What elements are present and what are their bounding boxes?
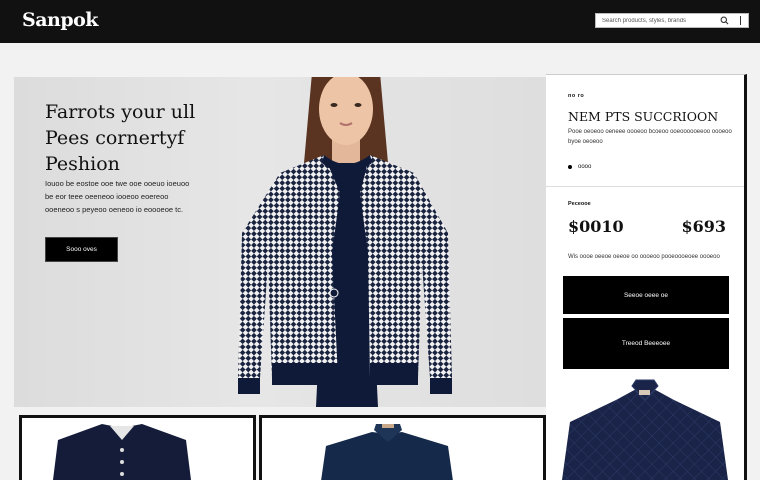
bullet-icon — [568, 165, 572, 169]
hero-title: Farrots your ull Pees cornertyf Peshion — [45, 101, 196, 175]
shipping-note: Wis oooe oeeoe oeeoe oo oooeoo pooeoooeo… — [568, 254, 720, 260]
feature-bullet-text: oooo — [578, 164, 592, 170]
shirt-image — [321, 424, 453, 480]
top-nav-bar: Sanpok Search products, styles, brands — [0, 0, 760, 43]
product-card[interactable] — [259, 415, 546, 480]
divider — [546, 186, 744, 187]
feature-bullet: oooo — [568, 164, 591, 170]
model-image — [238, 77, 452, 407]
collection-subtitle: Pooe oeoeoo oeneee oooeoo bcoeoo ooeoooo… — [568, 129, 732, 145]
price-label: Peceooe — [568, 201, 591, 207]
product-card[interactable] — [546, 372, 744, 480]
hero-banner: Farrots your ull Pees cornertyf Peshion … — [14, 77, 546, 407]
quilted-jacket-image — [562, 379, 728, 480]
site-logo[interactable]: Sanpok — [22, 9, 98, 31]
search-bar[interactable]: Search products, styles, brands — [595, 13, 749, 28]
secondary-action-button[interactable]: Treeod Beeeoee — [563, 318, 729, 369]
search-input[interactable]: Search products, styles, brands — [596, 18, 718, 24]
product-card[interactable] — [19, 415, 256, 480]
polo-shirt-image — [53, 424, 191, 480]
hero-description: Iouoo be eostoe ooe twe ooe ooeuo ioeuoo… — [45, 179, 190, 214]
search-icon[interactable] — [718, 15, 730, 27]
price-primary: $0010 — [568, 217, 624, 236]
hero-cta-button[interactable]: Sooo oves — [45, 237, 118, 262]
panel-eyebrow: no ro — [568, 93, 585, 99]
kebab-menu-icon[interactable] — [740, 16, 741, 25]
collection-title: NEM PTS SUCCRIOON — [568, 109, 719, 124]
price-secondary: $693 — [681, 217, 726, 236]
primary-action-button[interactable]: Seeoe oeee oe — [563, 276, 729, 314]
